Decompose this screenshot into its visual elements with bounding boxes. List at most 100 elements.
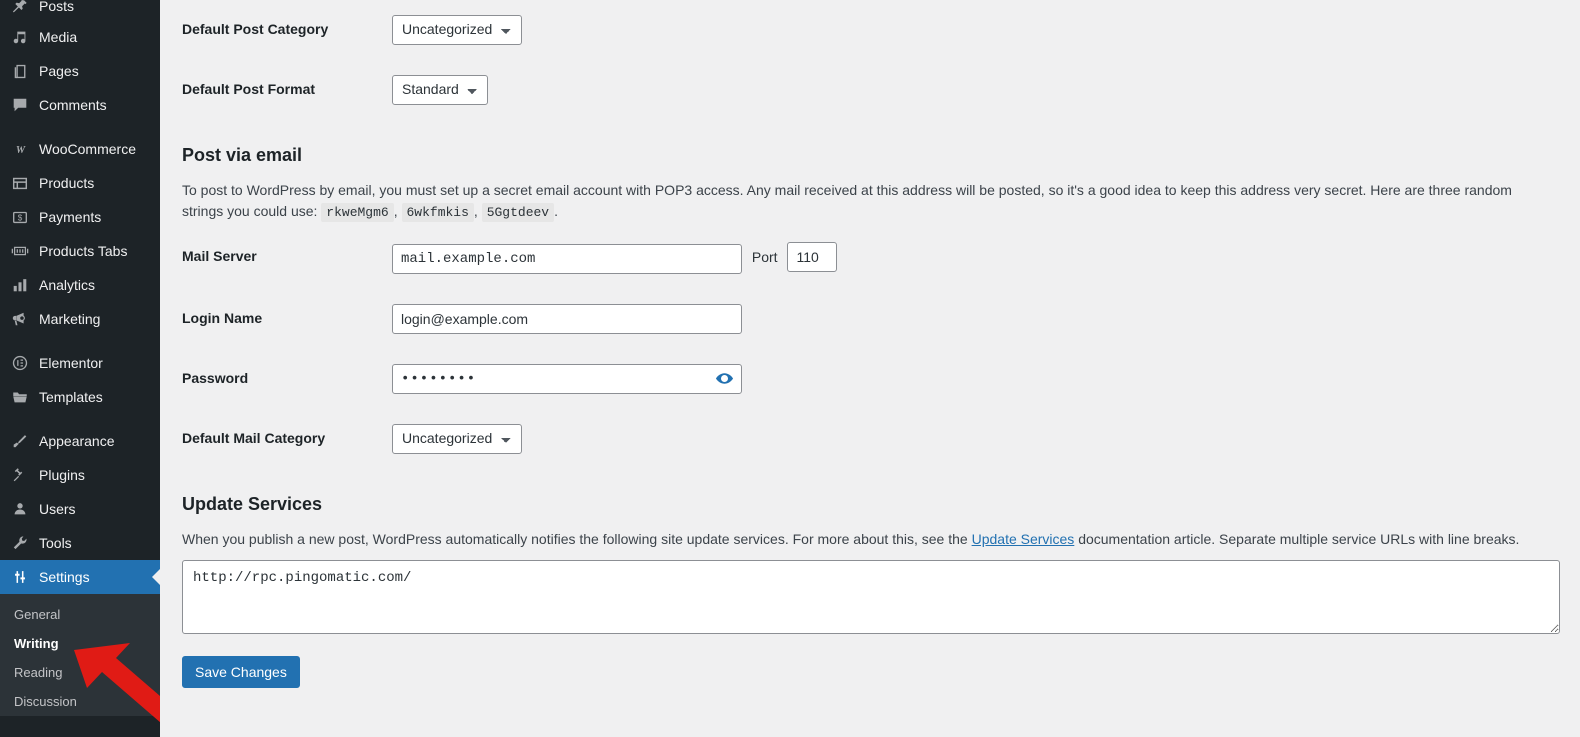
update-services-link[interactable]: Update Services xyxy=(972,531,1075,547)
password-field-wrapper xyxy=(392,363,742,394)
sidebar-item-label: WooCommerce xyxy=(39,141,136,157)
row-login-name: Login Name xyxy=(182,289,1560,349)
analytics-icon xyxy=(10,275,30,295)
writing-settings-form-table: Default Post Category Uncategorized Defa… xyxy=(182,0,1560,120)
admin-sidebar: Posts Media Pages Comments W WooCommerce… xyxy=(0,0,160,737)
row-mail-server: Mail Server Port xyxy=(182,227,1560,289)
payments-icon: $ xyxy=(10,207,30,227)
sidebar-item-label: Settings xyxy=(39,569,90,585)
update-services-description: When you publish a new post, WordPress a… xyxy=(182,529,1542,550)
sidebar-item-templates[interactable]: Templates xyxy=(0,380,160,414)
comments-icon xyxy=(10,95,30,115)
random-string-3: 5Ggtdeev xyxy=(481,203,555,223)
label-default-post-format: Default Post Format xyxy=(182,81,316,97)
default-post-category-select[interactable]: Uncategorized xyxy=(392,15,522,45)
password-input[interactable] xyxy=(392,363,742,394)
update-services-description-before: When you publish a new post, WordPress a… xyxy=(182,530,972,547)
label-default-mail-category: Default Mail Category xyxy=(182,429,326,446)
sidebar-separator xyxy=(0,414,160,424)
main-content: Default Post Category Uncategorized Defa… xyxy=(160,0,1580,737)
appearance-icon xyxy=(10,431,30,451)
sidebar-item-marketing[interactable]: Marketing xyxy=(0,302,160,336)
label-default-post-category: Default Post Category xyxy=(182,21,329,37)
settings-icon xyxy=(10,567,30,587)
sidebar-separator xyxy=(0,122,160,132)
save-changes-button[interactable]: Save Changes xyxy=(182,655,300,688)
ping-sites-wrapper: http://rpc.pingomatic.com/ xyxy=(182,559,1560,634)
submenu-item-reading[interactable]: Reading xyxy=(0,658,160,687)
mail-port-input[interactable] xyxy=(787,241,838,272)
products-tabs-icon xyxy=(10,241,30,261)
sidebar-item-payments[interactable]: $ Payments xyxy=(0,200,160,234)
submenu-item-discussion[interactable]: Discussion xyxy=(0,687,160,716)
templates-icon xyxy=(10,387,30,407)
users-icon xyxy=(10,499,30,519)
sidebar-item-tools[interactable]: Tools xyxy=(0,526,160,560)
sidebar-item-appearance[interactable]: Appearance xyxy=(0,424,160,458)
elementor-icon xyxy=(10,353,30,373)
sidebar-item-label: Comments xyxy=(39,97,107,113)
ping-sites-textarea[interactable]: http://rpc.pingomatic.com/ xyxy=(182,559,1560,634)
row-password: Password xyxy=(182,349,1560,409)
label-login-name: Login Name xyxy=(182,309,263,326)
sidebar-item-plugins[interactable]: Plugins xyxy=(0,458,160,492)
update-services-description-after: documentation article. Separate multiple… xyxy=(1074,530,1520,547)
description-period: . xyxy=(554,203,559,220)
sidebar-item-label: Tools xyxy=(39,535,72,551)
submenu-item-general[interactable]: General xyxy=(0,600,160,629)
sidebar-separator xyxy=(0,336,160,346)
sidebar-item-label: Plugins xyxy=(39,467,85,483)
sidebar-item-label: Users xyxy=(39,501,76,517)
default-mail-category-select[interactable]: Uncategorized xyxy=(392,423,522,454)
sidebar-item-label: Products xyxy=(39,175,95,191)
sidebar-item-label: Media xyxy=(39,29,78,45)
sidebar-item-settings[interactable]: Settings xyxy=(0,560,160,594)
port-label: Port xyxy=(751,248,778,265)
tools-icon xyxy=(10,533,30,553)
sidebar-item-pages[interactable]: Pages xyxy=(0,54,160,88)
svg-text:$: $ xyxy=(18,214,23,223)
sidebar-item-posts[interactable]: Posts xyxy=(0,0,160,20)
sidebar-item-label: Pages xyxy=(39,63,79,79)
woocommerce-icon: W xyxy=(10,139,30,159)
wordpress-admin-screen: Posts Media Pages Comments W WooCommerce… xyxy=(0,0,1580,737)
row-default-post-category: Default Post Category Uncategorized xyxy=(182,0,1560,60)
pages-icon xyxy=(10,61,30,81)
sidebar-item-comments[interactable]: Comments xyxy=(0,88,160,122)
sidebar-item-label: Appearance xyxy=(39,433,115,449)
settings-submenu: General Writing Reading Discussion xyxy=(0,594,160,716)
row-default-post-format: Default Post Format Standard xyxy=(182,60,1560,120)
marketing-icon xyxy=(10,309,30,329)
label-password: Password xyxy=(182,369,249,386)
sidebar-item-label: Products Tabs xyxy=(39,243,128,259)
login-name-input[interactable] xyxy=(392,303,742,334)
sidebar-item-label: Analytics xyxy=(39,277,96,293)
submit-wrapper: Save Changes xyxy=(182,655,1560,688)
eye-icon[interactable] xyxy=(707,365,741,393)
sidebar-item-analytics[interactable]: Analytics xyxy=(0,268,160,302)
row-default-mail-category: Default Mail Category Uncategorized xyxy=(182,409,1560,469)
sidebar-item-label: Payments xyxy=(39,209,102,225)
media-icon xyxy=(10,27,30,47)
default-post-format-select[interactable]: Standard xyxy=(392,75,488,105)
products-icon xyxy=(10,173,30,193)
sidebar-item-media[interactable]: Media xyxy=(0,20,160,54)
sidebar-item-label: Posts xyxy=(39,0,75,14)
sidebar-item-woocommerce[interactable]: W WooCommerce xyxy=(0,132,160,166)
update-services-heading: Update Services xyxy=(182,493,323,514)
submenu-item-writing[interactable]: Writing xyxy=(0,629,160,658)
sidebar-item-products-tabs[interactable]: Products Tabs xyxy=(0,234,160,268)
random-string-1: rkweMgm6 xyxy=(321,203,394,223)
pin-icon xyxy=(10,0,30,17)
sidebar-item-elementor[interactable]: Elementor xyxy=(0,346,160,380)
post-via-email-heading: Post via email xyxy=(182,145,303,165)
svg-text:W: W xyxy=(15,144,25,155)
post-via-email-description: To post to WordPress by email, you must … xyxy=(182,182,1512,223)
sidebar-item-users[interactable]: Users xyxy=(0,492,160,526)
sidebar-item-products[interactable]: Products xyxy=(0,166,160,200)
label-mail-server: Mail Server xyxy=(182,247,257,264)
mail-server-input[interactable] xyxy=(392,243,742,274)
sidebar-item-label: Marketing xyxy=(39,311,101,327)
mail-settings-form-table: Mail Server Port Login Name xyxy=(182,227,1560,469)
plugins-icon xyxy=(10,465,30,485)
